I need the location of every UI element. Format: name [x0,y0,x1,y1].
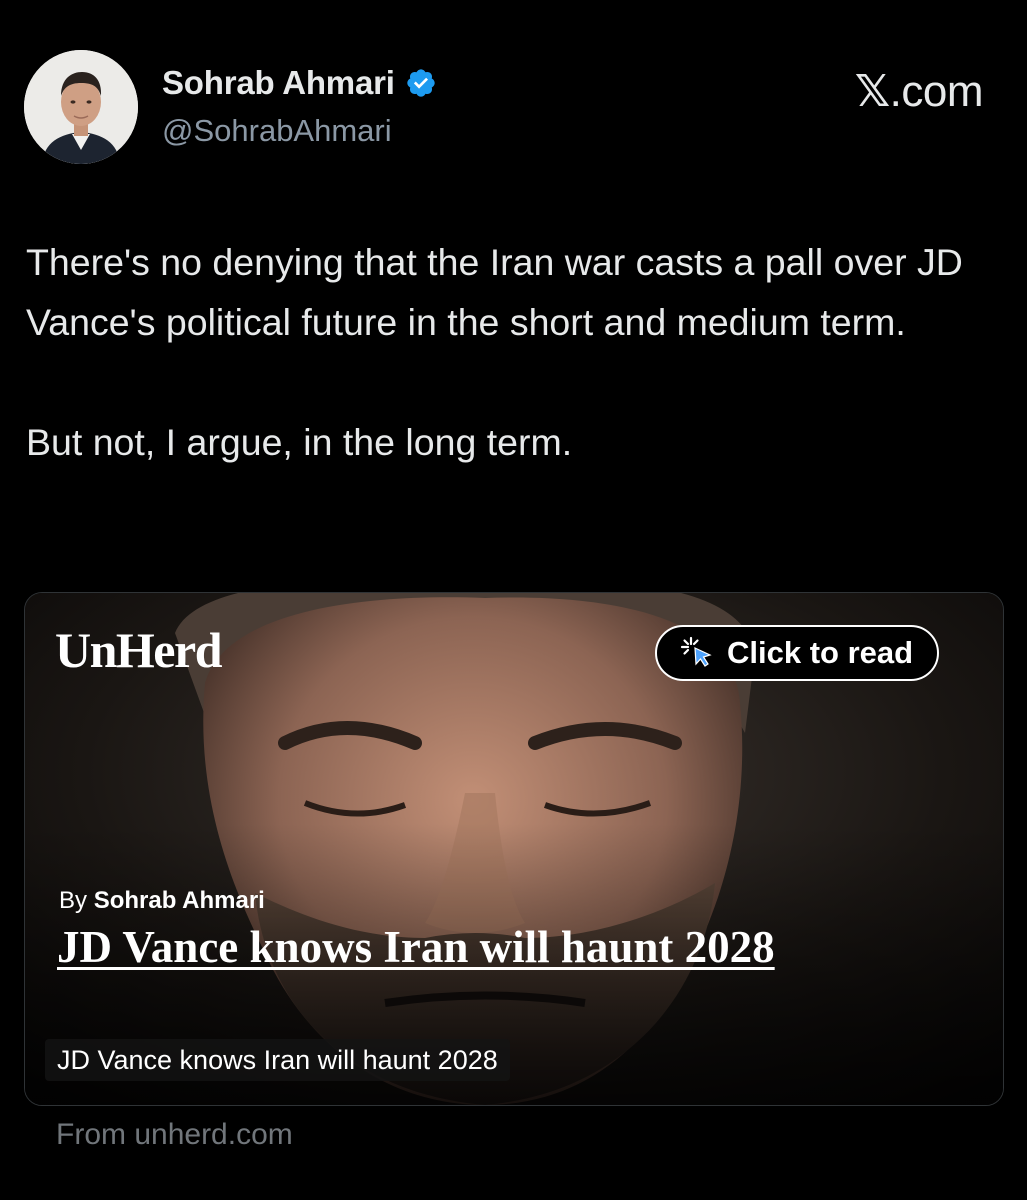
cursor-click-icon [680,636,712,667]
byline-prefix: By [59,887,88,914]
click-to-read-label: Click to read [727,635,914,670]
x-logo: 𝕏.com [854,66,984,117]
x-logo-domain: .com [889,67,984,116]
verified-badge-icon [407,69,435,97]
author-handle[interactable]: @SohrabAhmari [162,113,392,149]
card-caption: JD Vance knows Iran will haunt 2028 [45,1039,510,1081]
x-logo-mark: 𝕏 [854,66,890,117]
article-headline[interactable]: JD Vance knows Iran will haunt 2028 [57,923,917,971]
publisher-logo: UnHerd [55,622,223,678]
avatar[interactable] [24,50,138,164]
link-source[interactable]: From unherd.com [56,1118,293,1152]
byline-author: Sohrab Ahmari [93,887,265,914]
article-byline: By Sohrab Ahmari [59,887,265,915]
click-to-read-button[interactable]: Click to read [655,625,940,681]
link-preview-card[interactable]: UnHerd Click to read By Sohrab Ahmari JD… [24,592,1004,1106]
author-name-row[interactable]: Sohrab Ahmari [162,64,437,102]
tweet-text: There's no denying that the Iran war cas… [26,241,963,463]
profile-photo [24,50,138,164]
author-display-name[interactable]: Sohrab Ahmari [162,64,395,102]
